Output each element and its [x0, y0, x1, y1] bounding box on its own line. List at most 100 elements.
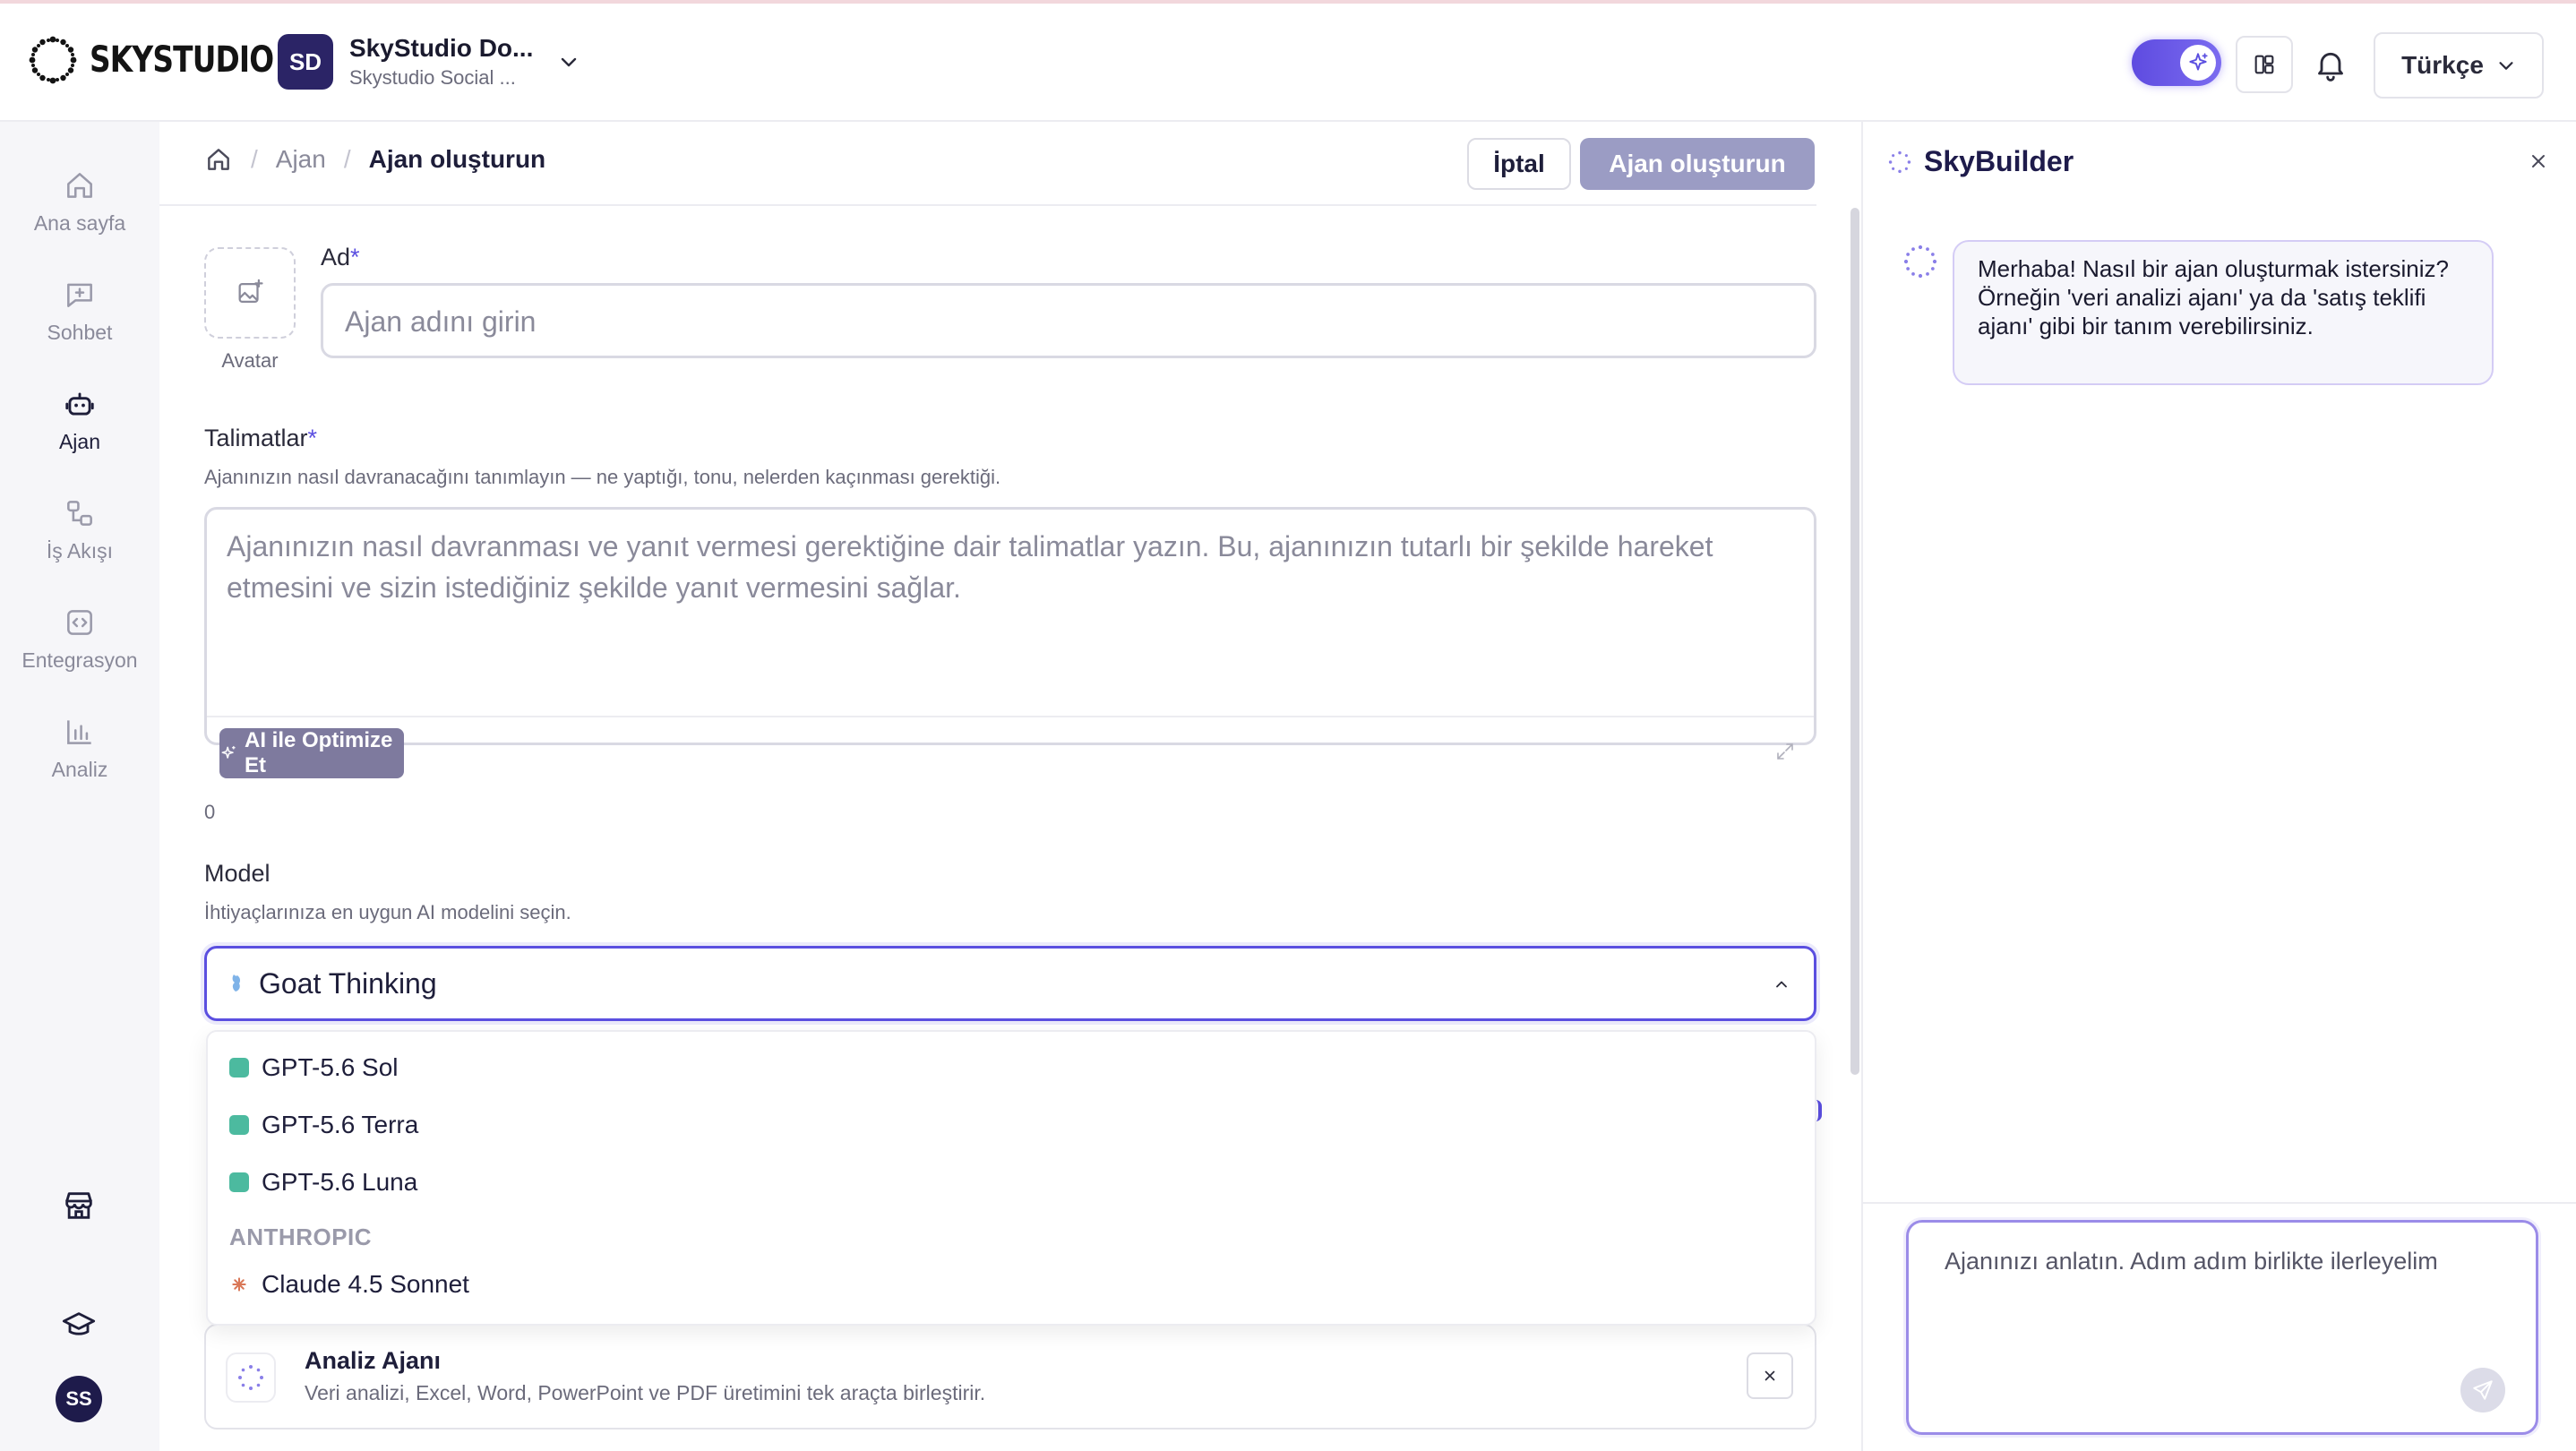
required-mark: *	[307, 425, 318, 451]
workspace-switcher[interactable]: SD SkyStudio Do... Skystudio Social ...	[278, 34, 580, 90]
store-icon	[65, 1192, 92, 1219]
sidebar-item-label: İş Akışı	[46, 539, 114, 562]
model-option-claude-sonnet[interactable]: Claude 4.5 Sonnet	[229, 1270, 469, 1299]
instructions-label: Talimatlar*	[204, 425, 317, 452]
sidebar-item-label: Ana sayfa	[33, 211, 126, 235]
send-icon	[2473, 1380, 2493, 1400]
sidebar-item-label: Ajan	[58, 430, 101, 453]
name-label: Ad*	[321, 244, 360, 271]
goat-model-icon	[232, 974, 241, 992]
instructions-hint: Ajanınızın nasıl davranacağını tanımlayı…	[204, 466, 1001, 488]
avatar-upload[interactable]	[204, 247, 296, 339]
workspace-subtitle: Skystudio Social ...	[349, 66, 516, 89]
sidebar-item-label: Entegrasyon	[21, 648, 138, 672]
model-option-gpt-sol[interactable]: GPT-5.6 Sol	[229, 1053, 399, 1082]
panel-divider	[1863, 1202, 2576, 1204]
selected-agent-card: Analiz Ajanı Veri analizi, Excel, Word, …	[204, 1324, 1816, 1430]
sidebar-item-workflow[interactable]: İş Akışı	[0, 496, 159, 563]
sidebar-item-agent[interactable]: Ajan	[0, 387, 159, 454]
close-icon[interactable]	[2528, 150, 2549, 172]
chevron-down-icon	[562, 57, 577, 67]
agent-form: Avatar Ad* Ajan adını girin Talimatlar* …	[159, 206, 1816, 1451]
assistant-message: Merhaba! Nasıl bir ajan oluşturmak ister…	[1953, 240, 2494, 385]
agent-card-name: Analiz Ajanı	[305, 1347, 442, 1374]
chat-input[interactable]: Ajanınızı anlatın. Adım adım birlikte il…	[1906, 1220, 2538, 1435]
chevron-down-icon	[2499, 62, 2513, 70]
model-option-label: GPT-5.6 Sol	[262, 1053, 399, 1081]
sidebar-item-analytics[interactable]: Analiz	[0, 715, 159, 782]
cancel-button[interactable]: İptal	[1467, 138, 1571, 190]
sidebar-item-chat[interactable]: Sohbet	[0, 278, 159, 345]
openai-icon	[229, 1058, 249, 1078]
ai-optimize-button[interactable]: AI ile Optimize Et	[219, 728, 404, 778]
chevron-up-icon	[1776, 981, 1787, 988]
logo[interactable]: SKYSTUDIO	[29, 36, 313, 84]
instructions-label-text: Talimatlar	[204, 425, 308, 451]
chat-input-placeholder: Ajanınızı anlatın. Adım adım birlikte il…	[1945, 1248, 2438, 1275]
breadcrumb-current: Ajan oluşturun	[368, 145, 546, 173]
chart-icon	[67, 720, 91, 744]
sidebar-item-label: Sohbet	[47, 321, 113, 344]
instructions-textarea[interactable]: Ajanınızın nasıl davranması ve yanıt ver…	[204, 507, 1816, 778]
language-selector[interactable]: Türkçe	[2374, 32, 2544, 99]
sidebar-item-integration[interactable]: Entegrasyon	[0, 605, 159, 673]
model-option-gpt-terra[interactable]: GPT-5.6 Terra	[229, 1111, 418, 1139]
academy-button[interactable]	[57, 1304, 100, 1347]
breadcrumb: / Ajan / Ajan oluşturun	[204, 145, 545, 174]
instructions-placeholder: Ajanınızın nasıl davranması ve yanıt ver…	[227, 530, 1713, 604]
home-icon	[67, 173, 92, 198]
model-option-gpt-luna[interactable]: GPT-5.6 Luna	[229, 1168, 417, 1197]
send-button[interactable]	[2460, 1368, 2505, 1412]
character-count: 0	[204, 801, 216, 823]
sidebar-item-home[interactable]: Ana sayfa	[0, 168, 159, 236]
model-option-label: GPT-5.6 Luna	[262, 1168, 418, 1196]
workflow-icon	[67, 501, 92, 526]
chat-icon	[67, 283, 92, 307]
bell-icon	[2318, 52, 2343, 82]
layout-toggle-button[interactable]	[2236, 36, 2293, 93]
notifications-button[interactable]	[2309, 43, 2352, 86]
logo-icon	[29, 36, 77, 84]
name-label-text: Ad	[321, 244, 351, 270]
required-mark: *	[350, 244, 360, 270]
agent-name-input[interactable]: Ajan adını girin	[321, 283, 1816, 358]
image-add-icon	[238, 279, 263, 304]
openai-icon	[229, 1115, 249, 1135]
home-icon[interactable]	[204, 145, 233, 174]
workspace-title: SkyStudio Do...	[349, 34, 534, 62]
remove-agent-button[interactable]	[1747, 1352, 1793, 1399]
create-agent-button[interactable]: Ajan oluşturun	[1580, 138, 1815, 190]
app-header: SKYSTUDIO SD SkyStudio Do... Skystudio S…	[0, 4, 2576, 122]
model-hint: İhtiyaçlarınıza en uygun AI modelini seç…	[204, 901, 571, 923]
model-dropdown: GPT-5.6 Sol GPT-5.6 Terra GPT-5.6 Luna A…	[206, 1030, 1816, 1326]
model-label: Model	[204, 860, 270, 887]
assistant-avatar-icon	[1903, 245, 1937, 279]
layout-icon	[2254, 55, 2274, 74]
workspace-avatar: SD	[278, 34, 333, 90]
model-select[interactable]: Goat Thinking	[204, 946, 1816, 1021]
user-avatar[interactable]: SS	[56, 1376, 102, 1422]
sidebar: Ana sayfa Sohbet Ajan İş Akışı Entegrasy…	[0, 122, 159, 1451]
model-group-anthropic: ANTHROPIC	[229, 1223, 373, 1250]
workspace-info: SkyStudio Do... Skystudio Social ...	[349, 34, 533, 90]
form-scrollbar[interactable]	[1850, 208, 1859, 1075]
agent-icon	[226, 1352, 276, 1403]
code-icon	[67, 610, 92, 635]
robot-icon	[65, 392, 94, 416]
textarea-divider	[207, 716, 1814, 717]
expand-icon[interactable]	[1774, 741, 1796, 762]
close-icon	[1765, 1370, 1775, 1381]
breadcrumb-parent[interactable]: Ajan	[276, 145, 326, 174]
ai-mode-toggle[interactable]	[2132, 39, 2221, 86]
skybuilder-panel: SkyBuilder Merhaba! Nasıl bir ajan oluşt…	[1861, 122, 2576, 1451]
language-label: Türkçe	[2401, 51, 2484, 79]
breadcrumb-bar: / Ajan / Ajan oluşturun İptal Ajan oluşt…	[159, 122, 1816, 206]
agent-card-description: Veri analizi, Excel, Word, PowerPoint ve…	[305, 1381, 986, 1404]
sparkle-icon	[221, 745, 236, 759]
logo-text: SKYSTUDIO	[90, 39, 274, 81]
skybuilder-logo-icon	[1888, 150, 1911, 173]
model-option-label: GPT-5.6 Terra	[262, 1111, 419, 1138]
model-option-label: Claude 4.5 Sonnet	[262, 1270, 469, 1298]
marketplace-button[interactable]	[57, 1184, 100, 1227]
graduation-cap-icon	[62, 1312, 96, 1335]
